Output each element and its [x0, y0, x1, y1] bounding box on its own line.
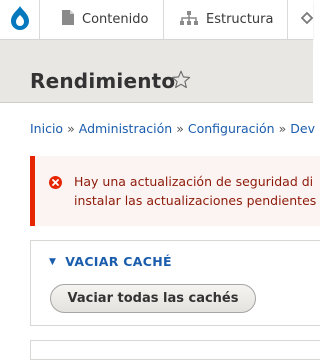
toolbar-structure[interactable]: Estructura [164, 0, 288, 39]
breadcrumb-administracion[interactable]: Administración [79, 121, 172, 136]
breadcrumb-inicio[interactable]: Inicio [30, 121, 63, 136]
breadcrumb-separator: » [278, 121, 287, 136]
breadcrumb-configuracion[interactable]: Configuración [188, 121, 275, 136]
error-message: Hay una actualización de seguridad di in… [30, 156, 320, 226]
admin-toolbar: Contenido Estructura [0, 0, 314, 40]
paintbrush-icon [300, 11, 320, 29]
sitemap-icon [180, 10, 206, 29]
triangle-down-icon: ▼ [49, 256, 57, 267]
clear-cache-summary[interactable]: ▼ VACIAR CACHÉ [49, 254, 172, 269]
breadcrumb: Inicio» Administración» Configuración» Dev [30, 121, 320, 136]
error-x-icon [49, 174, 62, 193]
next-details-panel [30, 340, 320, 360]
drupal-home-link[interactable] [0, 0, 40, 39]
toolbar-content-label: Contenido [82, 12, 149, 27]
breadcrumb-dev[interactable]: Dev [290, 121, 315, 136]
page-header: Rendimiento [0, 40, 313, 103]
clear-cache-summary-label: VACIAR CACHÉ [65, 254, 172, 269]
error-message-text: Hay una actualización de seguridad di in… [74, 172, 320, 210]
clear-cache-details: ▼ VACIAR CACHÉ Vaciar todas las cachés [30, 240, 320, 326]
clear-all-caches-button[interactable]: Vaciar todas las cachés [50, 284, 256, 313]
toolbar-appearance[interactable] [288, 0, 318, 39]
breadcrumb-separator: » [176, 121, 184, 136]
file-icon [62, 10, 82, 29]
breadcrumb-separator: » [67, 121, 75, 136]
toolbar-content[interactable]: Contenido [40, 0, 164, 39]
drupal-drop-icon [9, 5, 31, 35]
star-outline-icon[interactable] [171, 70, 191, 93]
error-message-line-1: Hay una actualización de seguridad di [74, 174, 314, 189]
error-message-line-2: instalar las actualizaciones pendientes [74, 193, 317, 208]
page-title: Rendimiento [30, 69, 176, 93]
toolbar-structure-label: Estructura [206, 12, 274, 27]
